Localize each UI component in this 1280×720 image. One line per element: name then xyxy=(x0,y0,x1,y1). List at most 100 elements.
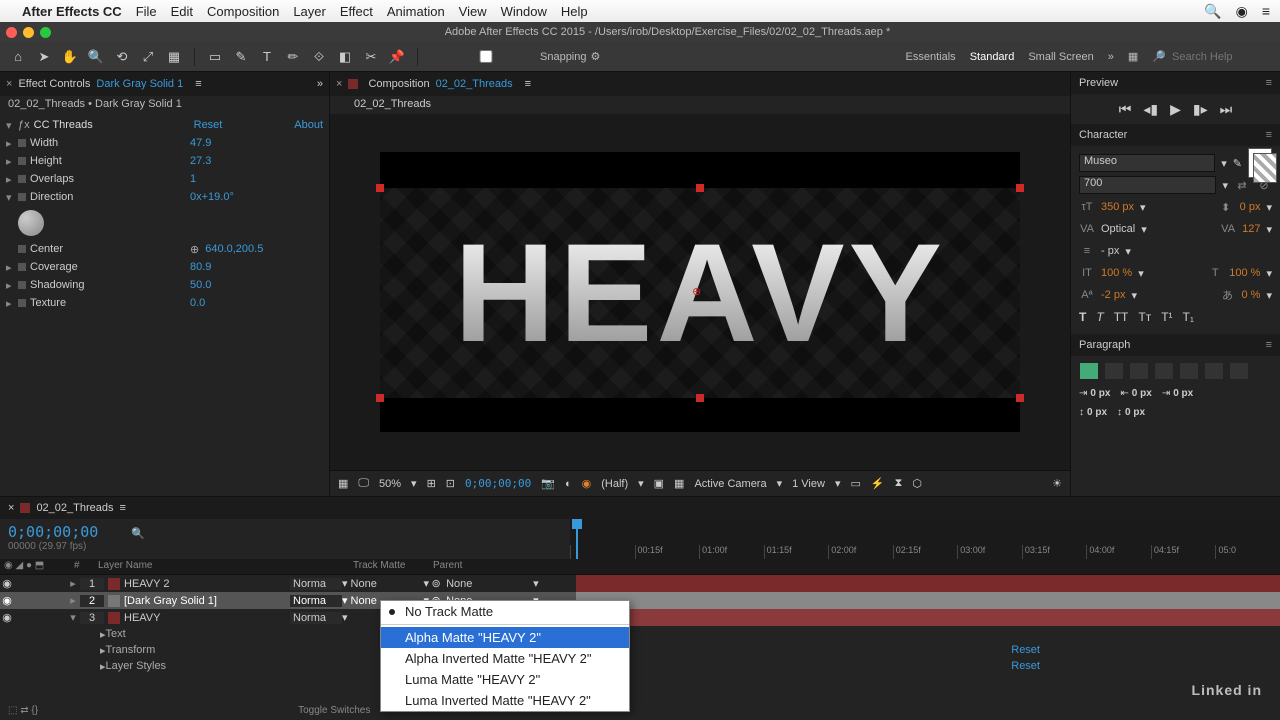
composition-viewer[interactable]: HEAVY ⊕ xyxy=(330,114,1070,470)
home-icon[interactable]: ⌂ xyxy=(8,47,28,67)
anchor-point-icon[interactable]: ⊕ xyxy=(692,285,701,298)
menu-extras-icon[interactable]: ≡ xyxy=(1262,3,1270,20)
zoom-tool-icon[interactable]: 🔍 xyxy=(86,47,106,67)
camera-tool-icon[interactable]: ▦ xyxy=(164,47,184,67)
view-layout[interactable]: 1 View xyxy=(792,478,825,490)
color-mgmt-icon[interactable]: ◉ xyxy=(582,477,592,490)
pen-tool-icon[interactable]: ✎ xyxy=(231,47,251,67)
snapping-checkbox[interactable] xyxy=(436,50,536,63)
workspace-smallscreen[interactable]: Small Screen xyxy=(1028,51,1093,63)
composition-tab-prefix[interactable]: Composition xyxy=(368,78,429,90)
comp-breadcrumb[interactable]: 02_02_Threads xyxy=(354,98,431,110)
prop-overlaps[interactable]: Overlaps xyxy=(30,173,190,185)
time-ruler[interactable]: 00:15f 01:00f 01:15f 02:00f 02:15f 03:00… xyxy=(570,519,1280,559)
matte-option-alpha-inv[interactable]: Alpha Inverted Matte "HEAVY 2" xyxy=(381,648,629,669)
transparency-icon[interactable]: ▦ xyxy=(674,477,684,490)
timeline-close-icon[interactable]: × xyxy=(8,502,14,514)
anchor-icon[interactable]: ⊕ xyxy=(190,243,199,256)
menu-animation[interactable]: Animation xyxy=(387,4,445,19)
fast-preview-icon[interactable]: ⚡ xyxy=(871,477,885,490)
para-menu-icon[interactable]: ≡ xyxy=(1266,339,1272,351)
selection-tool-icon[interactable]: ➤ xyxy=(34,47,54,67)
sublayer-transform[interactable]: ▸ TransformReset xyxy=(0,642,1280,658)
workspace-essentials[interactable]: Essentials xyxy=(906,51,956,63)
brush-tool-icon[interactable]: ✏ xyxy=(283,47,303,67)
workspace-overflow-icon[interactable]: » xyxy=(1108,51,1114,63)
app-name[interactable]: After Effects CC xyxy=(22,4,122,19)
zoom-value[interactable]: 50% xyxy=(379,478,401,490)
flowchart-icon[interactable]: ⬡ xyxy=(912,477,922,490)
leading[interactable]: 0 px xyxy=(1240,201,1261,213)
orbit-tool-icon[interactable]: ⟲ xyxy=(112,47,132,67)
panel-overflow-icon[interactable]: » xyxy=(317,78,323,90)
tsume[interactable]: 0 % xyxy=(1242,289,1261,301)
last-frame-icon[interactable]: ⏭ xyxy=(1220,101,1233,118)
char-menu-icon[interactable]: ≡ xyxy=(1266,129,1272,141)
prop-center[interactable]: Center xyxy=(30,243,190,255)
handle-tr[interactable] xyxy=(1016,184,1024,192)
val-direction[interactable]: 0x+19.0° xyxy=(190,191,234,203)
val-texture[interactable]: 0.0 xyxy=(190,297,205,309)
px-aspect-icon[interactable]: ▭ xyxy=(850,477,860,490)
smallcaps-icon[interactable]: Tᴛ xyxy=(1138,310,1151,324)
handle-tl[interactable] xyxy=(376,184,384,192)
vscale[interactable]: 100 % xyxy=(1101,267,1132,279)
menu-help[interactable]: Help xyxy=(561,4,588,19)
menu-edit[interactable]: Edit xyxy=(171,4,193,19)
sublayer-text[interactable]: ▸ Text xyxy=(0,626,1280,642)
baseline[interactable]: -2 px xyxy=(1101,289,1125,301)
resolution-dropdown[interactable]: (Half) xyxy=(601,478,628,490)
effect-name[interactable]: CC Threads xyxy=(34,119,194,131)
align-left[interactable] xyxy=(1079,362,1099,380)
timeline-icon[interactable]: ⧗ xyxy=(895,477,903,490)
indent-left[interactable]: 0 px xyxy=(1090,388,1110,399)
hand-tool-icon[interactable]: ✋ xyxy=(60,47,80,67)
monitor-icon[interactable]: 🖵 xyxy=(358,477,369,490)
prop-direction[interactable]: Direction xyxy=(30,191,190,203)
prop-shadowing[interactable]: Shadowing xyxy=(30,279,190,291)
superscript-icon[interactable]: T¹ xyxy=(1161,310,1172,324)
justify-left[interactable] xyxy=(1154,362,1174,380)
justify-center[interactable] xyxy=(1179,362,1199,380)
val-coverage[interactable]: 80.9 xyxy=(190,261,211,273)
italic-icon[interactable]: T xyxy=(1096,310,1103,324)
spotlight-icon[interactable]: 🔍 xyxy=(1204,3,1221,20)
exposure-icon[interactable]: ☀ xyxy=(1052,477,1062,490)
timeline-search-icon[interactable]: 🔍 xyxy=(131,528,145,540)
snapshot-icon[interactable]: 📷 xyxy=(541,477,555,490)
col-parent[interactable]: Parent xyxy=(429,559,539,574)
preview-menu-icon[interactable]: ≡ xyxy=(1266,77,1272,89)
close-window[interactable] xyxy=(6,27,17,38)
indent-right[interactable]: 0 px xyxy=(1173,388,1193,399)
space-after[interactable]: 0 px xyxy=(1125,407,1145,418)
prop-height[interactable]: Height xyxy=(30,155,190,167)
prop-texture[interactable]: Texture xyxy=(30,297,190,309)
type-tool-icon[interactable]: T xyxy=(257,47,277,67)
render-queue-icon[interactable]: ⬚ xyxy=(8,705,17,716)
menu-effect[interactable]: Effect xyxy=(340,4,373,19)
snap-opts-icon[interactable]: ⚙ xyxy=(591,50,601,63)
fill-color-swatch[interactable] xyxy=(1248,148,1272,178)
rotate-tool-icon[interactable]: ⤢ xyxy=(138,47,158,67)
font-family-dropdown[interactable]: Museo xyxy=(1079,154,1215,172)
effect-controls-tab[interactable]: Effect Controls xyxy=(18,78,90,90)
minimize-window[interactable] xyxy=(23,27,34,38)
eraser-tool-icon[interactable]: ◧ xyxy=(335,47,355,67)
justify-all[interactable] xyxy=(1229,362,1249,380)
menu-window[interactable]: Window xyxy=(501,4,547,19)
zoom-window[interactable] xyxy=(40,27,51,38)
eyedropper-icon[interactable]: ✎ xyxy=(1233,157,1242,170)
next-frame-icon[interactable]: ▮▸ xyxy=(1193,101,1208,118)
stroke-width[interactable]: - px xyxy=(1101,245,1119,257)
menu-file[interactable]: File xyxy=(136,4,157,19)
toggle-switches[interactable]: Toggle Switches xyxy=(298,705,370,716)
stroke-color-swatch[interactable] xyxy=(1253,153,1277,183)
current-time[interactable]: 0;00;00;00 xyxy=(465,477,531,490)
timecode[interactable]: 0;00;00;00 xyxy=(8,523,98,541)
hscale[interactable]: 100 % xyxy=(1229,267,1260,279)
col-trackmatte[interactable]: Track Matte xyxy=(349,559,429,574)
matte-option-luma[interactable]: Luma Matte "HEAVY 2" xyxy=(381,669,629,690)
panel-close-icon[interactable]: × xyxy=(6,78,12,90)
swap-colors-icon[interactable]: ⇄ xyxy=(1234,179,1250,192)
kerning-dropdown[interactable]: Optical xyxy=(1101,223,1135,235)
